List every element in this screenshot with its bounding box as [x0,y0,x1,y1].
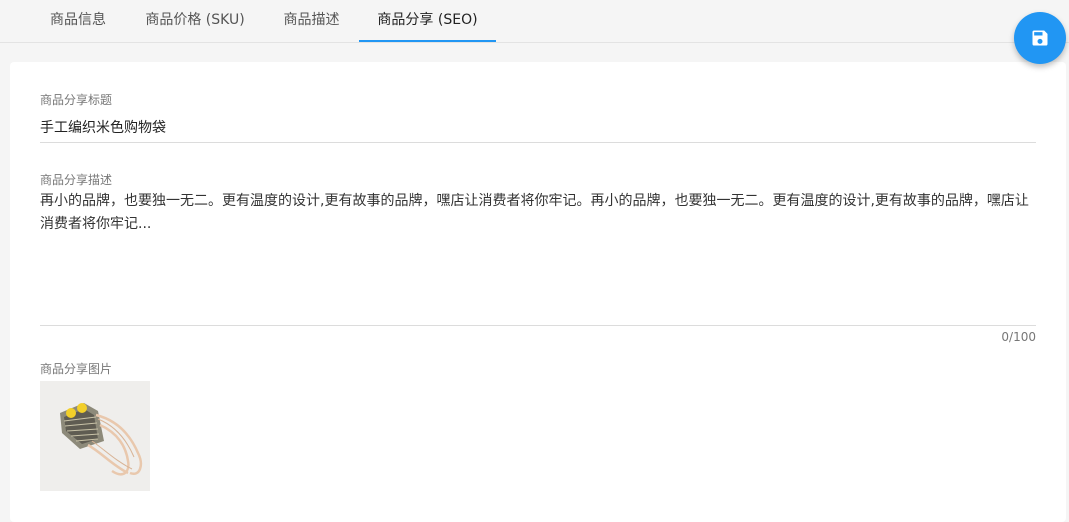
share-title-input[interactable]: 手工编织米色购物袋 [40,117,166,137]
share-image-thumbnail[interactable] [40,381,150,491]
share-description-underline [40,325,1036,326]
share-description-label: 商品分享描述 [40,173,113,187]
seo-form-card [10,62,1066,522]
share-image-label: 商品分享图片 [40,362,113,376]
tab-product-description[interactable]: 商品描述 [264,0,359,43]
share-title-underline [40,142,1036,143]
woven-bag-image [40,381,150,491]
share-description-textarea[interactable]: 再小的品牌，也要独一无二。更有温度的设计,更有故事的品牌，嘿店让消费者将你牢记。… [40,190,1036,236]
tab-product-info[interactable]: 商品信息 [30,0,126,43]
save-icon [1032,30,1048,46]
active-tab-indicator [359,40,496,42]
tab-bar: 商品信息 商品价格 (SKU) 商品描述 商品分享 (SEO) [0,0,1069,43]
save-button[interactable] [1014,12,1066,64]
char-counter: 0/100 [1001,330,1036,344]
share-title-label: 商品分享标题 [40,93,113,107]
tab-product-price-sku[interactable]: 商品价格 (SKU) [126,0,264,43]
tab-product-share-seo[interactable]: 商品分享 (SEO) [359,0,496,43]
